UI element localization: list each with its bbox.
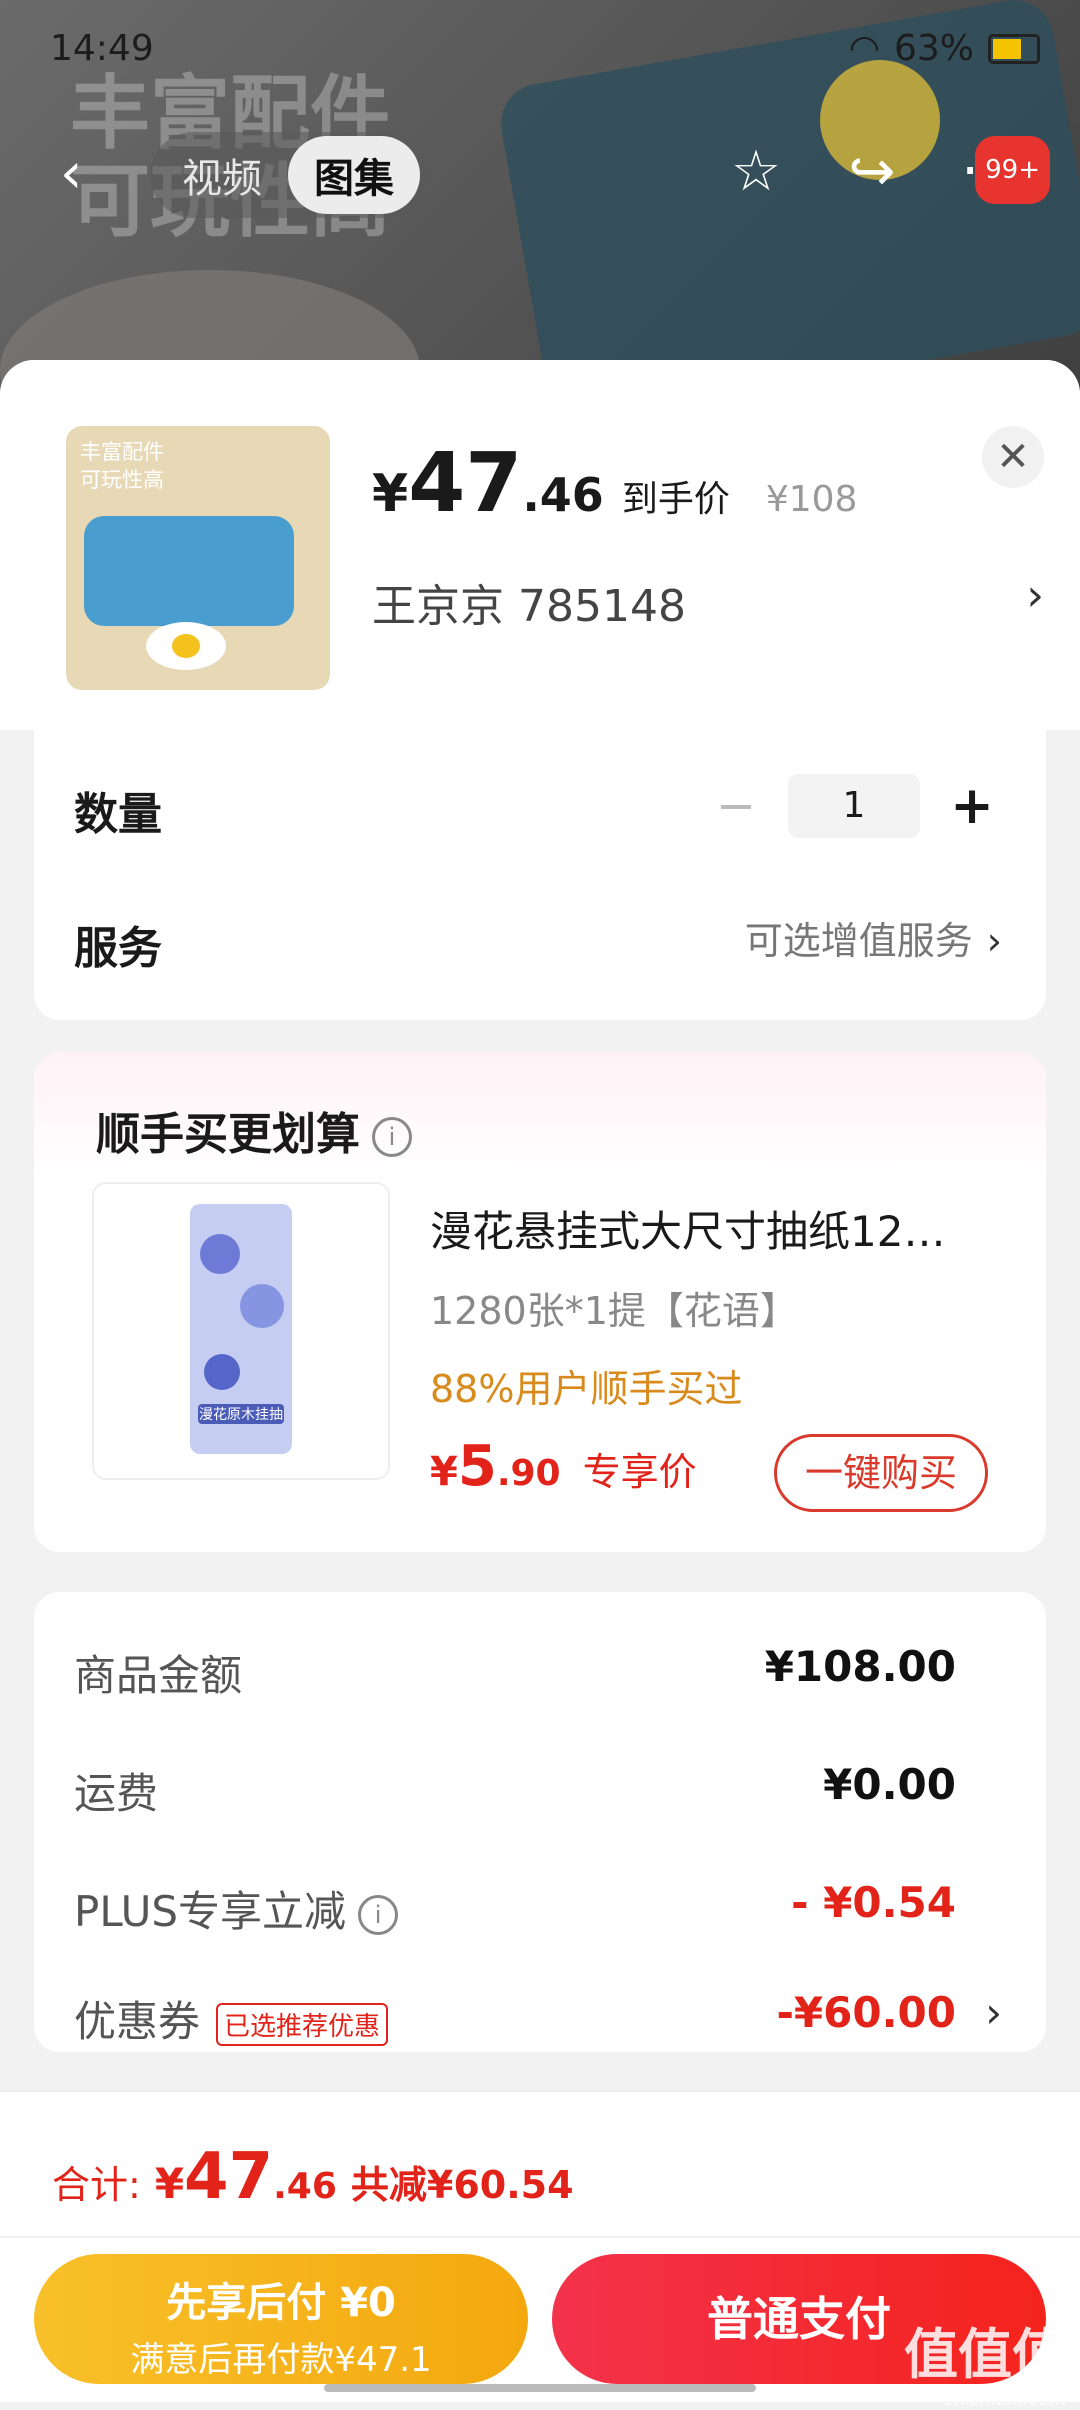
- chevron-right-icon[interactable]: ›: [1026, 570, 1044, 621]
- order-total: 合计: ¥ 47 .46 共减¥60.54: [52, 2140, 574, 2214]
- coupon-tag: 已选推荐优惠: [216, 2003, 389, 2046]
- addon-product-spec: 1280张*1提【花语】: [430, 1289, 798, 1333]
- quantity-label: 数量: [74, 789, 162, 840]
- tab-gallery[interactable]: 图集: [288, 136, 420, 214]
- product-thumbnail[interactable]: 丰富配件 可玩性高: [66, 426, 330, 690]
- media-tab-switch: 视频 图集: [150, 132, 426, 218]
- addon-purchase-rate: 88%用户顺手买过: [430, 1367, 743, 1411]
- tab-video[interactable]: 视频: [156, 136, 288, 214]
- one-click-buy-button[interactable]: 一键购买: [774, 1434, 988, 1512]
- message-badge: 99+: [975, 136, 1050, 204]
- product-price: ¥ 47 .46 到手价 ¥108: [372, 436, 858, 531]
- summary-row-shipping: 运费 ¥0.00: [74, 1760, 956, 1818]
- chevron-right-icon: ›: [986, 919, 1002, 963]
- back-icon[interactable]: ‹: [60, 146, 108, 202]
- addon-product-name[interactable]: 漫花悬挂式大尺寸抽纸12…: [430, 1198, 1010, 1259]
- price-label: 到手价: [621, 479, 730, 520]
- top-nav: ‹ 视频 图集 ☆ ↪ ··· 99+: [60, 130, 1050, 220]
- battery-icon: [988, 33, 1040, 64]
- status-bar: 14:49 ◠ 63%: [50, 28, 1040, 78]
- chevron-right-icon[interactable]: ›: [985, 1988, 1002, 2037]
- total-saved: 共减¥60.54: [350, 2163, 574, 2207]
- original-price: ¥108: [765, 479, 858, 520]
- nav-actions: ☆ ↪ ··· 99+: [724, 136, 1050, 204]
- service-selector[interactable]: 可选增值服务 ›: [745, 910, 1002, 965]
- pay-later-button[interactable]: 先享后付 ¥0 满意后再付款¥47.1: [34, 2254, 528, 2384]
- divider: [0, 2236, 1080, 2238]
- addon-card: 顺手买更划算 i 漫花原木挂抽 漫花悬挂式大尺寸抽纸12… 1280张*1提【花语…: [34, 1052, 1046, 1552]
- minus-icon[interactable]: −: [706, 778, 766, 834]
- addon-price: ¥ 5 .90 专享价: [430, 1434, 697, 1499]
- product-header: 丰富配件 可玩性高 ¥ 47 .46 到手价 ¥108 ✕ 王京京 785148…: [0, 360, 1080, 730]
- service-label: 服务: [74, 923, 162, 974]
- addon-product-image[interactable]: 漫花原木挂抽: [92, 1182, 390, 1480]
- site-watermark: 值值值 zhizhizhi.com: [904, 2323, 1066, 2410]
- wifi-icon: ◠: [848, 28, 880, 69]
- summary-row-plus-discount: PLUS专享立减 i - ¥0.54: [74, 1878, 956, 1936]
- share-icon[interactable]: ↪: [840, 140, 904, 204]
- plus-icon[interactable]: +: [942, 776, 1002, 836]
- options-card: 数量 − 1 + 服务 可选增值服务 ›: [34, 730, 1046, 1020]
- selected-spec[interactable]: 王京京 785148: [372, 570, 686, 634]
- quantity-stepper: − 1 +: [706, 774, 1002, 838]
- summary-row-coupon[interactable]: 优惠券 已选推荐优惠 -¥60.00: [74, 1988, 956, 2049]
- home-indicator[interactable]: [324, 2384, 756, 2392]
- more-icon[interactable]: ··· 99+: [956, 136, 1050, 204]
- battery-percent: 63%: [893, 28, 974, 69]
- addon-section-title: 顺手买更划算 i: [96, 1098, 412, 1162]
- status-time: 14:49: [50, 28, 154, 69]
- info-icon[interactable]: i: [372, 1117, 412, 1157]
- favorite-star-icon[interactable]: ☆: [724, 140, 788, 204]
- summary-row-subtotal: 商品金额 ¥108.00: [74, 1642, 956, 1700]
- order-summary-card: 商品金额 ¥108.00 运费 ¥0.00 PLUS专享立减 i - ¥0.54 …: [34, 1592, 1046, 2052]
- info-icon[interactable]: i: [358, 1894, 399, 1935]
- quantity-value[interactable]: 1: [788, 774, 920, 838]
- close-button[interactable]: ✕: [982, 426, 1044, 488]
- thumbnail-text: 丰富配件 可玩性高: [80, 440, 164, 492]
- status-right: ◠ 63%: [849, 28, 1040, 69]
